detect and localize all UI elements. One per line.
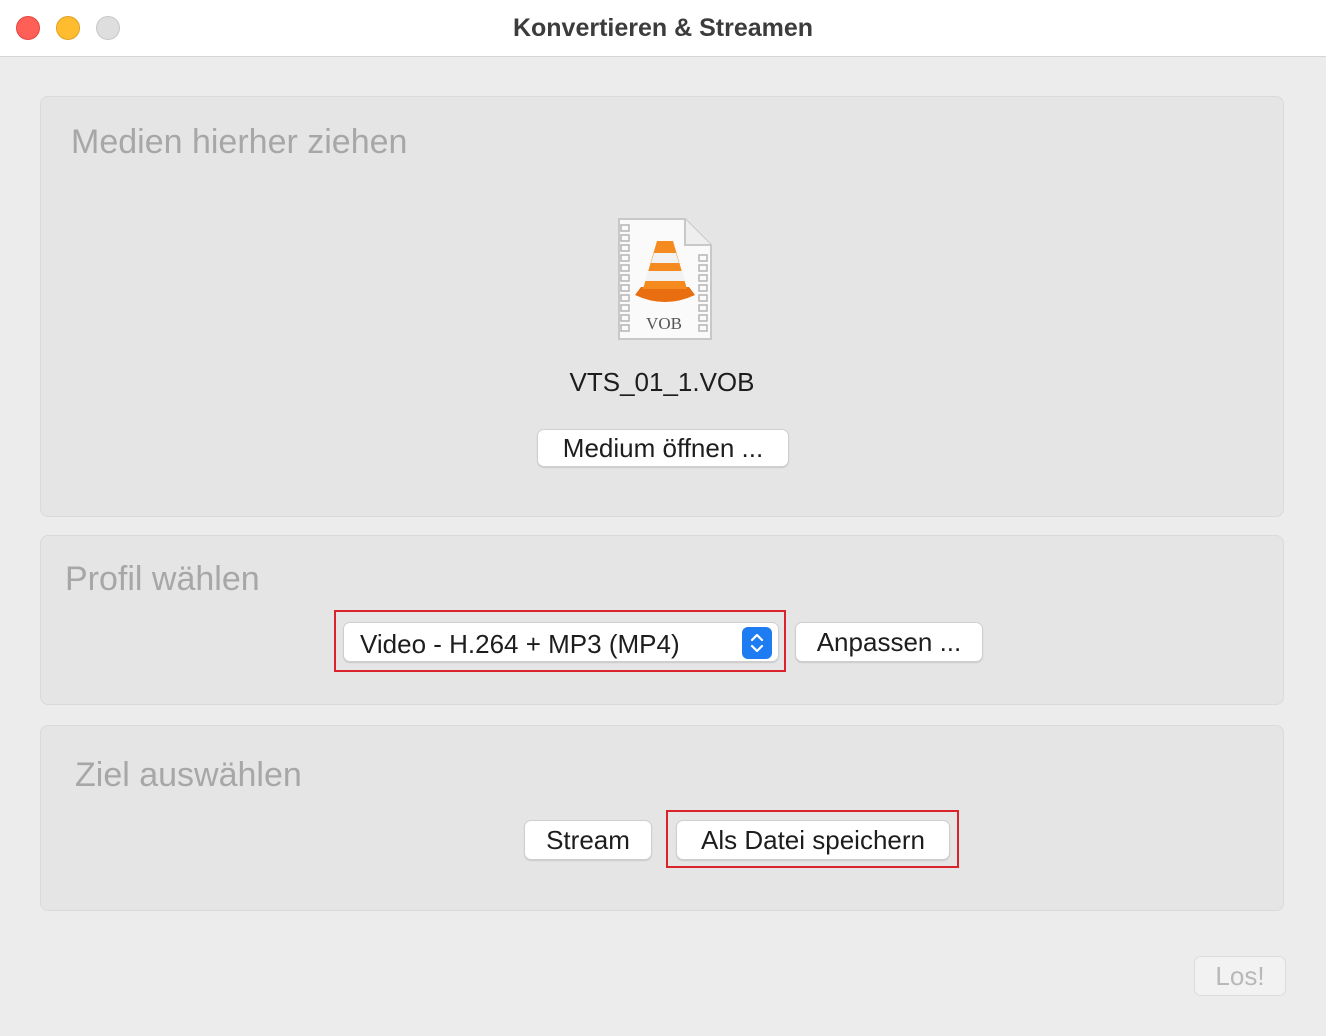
- vlc-file-icon: VOB: [618, 218, 712, 340]
- profile-highlight-box: [334, 610, 786, 672]
- go-button[interactable]: Los!: [1194, 956, 1286, 996]
- destination-panel: Ziel auswählen Stream Als Datei speicher…: [40, 725, 1284, 911]
- stream-button[interactable]: Stream: [524, 820, 652, 860]
- source-heading: Medien hierher ziehen: [71, 123, 408, 161]
- file-name: VTS_01_1.VOB: [569, 367, 755, 397]
- save-highlight-box: [666, 810, 959, 868]
- destination-heading: Ziel auswählen: [75, 756, 302, 794]
- title-bar: Konvertieren & Streamen: [0, 0, 1326, 57]
- window-title: Konvertieren & Streamen: [512, 14, 814, 42]
- open-media-button[interactable]: Medium öffnen ...: [537, 429, 789, 467]
- svg-text:VOB: VOB: [646, 314, 682, 333]
- customize-profile-button[interactable]: Anpassen ...: [795, 622, 983, 662]
- profile-heading: Profil wählen: [65, 560, 260, 598]
- source-drop-panel[interactable]: Medien hierher ziehen VOB VTS_01_1.VOB M…: [40, 96, 1284, 517]
